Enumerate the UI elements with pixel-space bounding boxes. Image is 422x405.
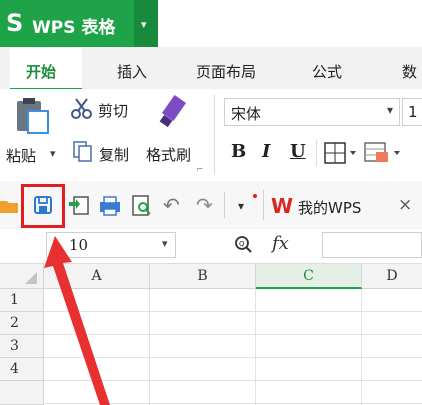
- notification-dot: [253, 194, 257, 198]
- row-header-5[interactable]: [0, 381, 44, 405]
- row-header-1[interactable]: 1: [0, 289, 44, 312]
- dialog-launcher-icon[interactable]: ⌐: [196, 165, 204, 175]
- export-pdf-icon[interactable]: [68, 194, 92, 216]
- tab-label: 开始: [26, 63, 57, 81]
- redo-icon[interactable]: ↷: [196, 193, 213, 217]
- zoom-search-icon[interactable]: Q: [233, 234, 255, 256]
- wps-logo-icon: W: [271, 194, 294, 218]
- font-size-select[interactable]: 1: [402, 98, 422, 126]
- chevron-down-icon: ▾: [387, 103, 394, 117]
- fill-color-icon[interactable]: [364, 142, 406, 166]
- tab-home[interactable]: 开始: [10, 48, 82, 90]
- font-name-value: 宋体: [231, 105, 262, 123]
- annotation-arrow: [44, 236, 110, 405]
- select-all-icon: [25, 272, 37, 284]
- font-size-value: 1: [408, 103, 418, 121]
- open-folder-icon[interactable]: [0, 197, 20, 215]
- column-header-d[interactable]: D: [362, 264, 422, 289]
- wps-logo-icon: S: [6, 9, 24, 37]
- formula-input[interactable]: [322, 232, 422, 258]
- copy-button[interactable]: 复制: [99, 144, 129, 165]
- app-menu-button[interactable]: S WPS 表格 ▾: [0, 0, 158, 47]
- font-name-select[interactable]: 宋体 ▾: [224, 98, 400, 126]
- tab-page-layout[interactable]: 页面布局: [196, 61, 256, 82]
- insert-function-button[interactable]: fx: [272, 233, 289, 254]
- column-header-c[interactable]: C: [256, 264, 362, 289]
- chevron-down-icon: ▾: [162, 237, 168, 250]
- app-menu-dropdown[interactable]: ▾: [134, 0, 158, 47]
- print-icon[interactable]: [98, 195, 122, 217]
- close-tab-icon[interactable]: ×: [398, 195, 412, 215]
- row-header-4[interactable]: 4: [0, 358, 44, 381]
- format-painter-button[interactable]: 格式刷: [146, 144, 191, 165]
- tab-insert[interactable]: 插入: [117, 61, 147, 82]
- copy-icon: [73, 141, 92, 162]
- bold-button[interactable]: B: [231, 141, 246, 162]
- tab-formula[interactable]: 公式: [312, 61, 342, 82]
- customize-toolbar-icon[interactable]: ▾: [238, 199, 244, 213]
- save-highlight-box: [21, 184, 65, 228]
- paste-button[interactable]: 粘贴: [6, 145, 36, 166]
- format-painter-icon[interactable]: [157, 95, 193, 131]
- svg-text:Q: Q: [239, 240, 245, 248]
- paste-dropdown-icon[interactable]: ▾: [50, 147, 56, 160]
- app-title: WPS 表格: [32, 18, 116, 38]
- select-all-corner[interactable]: [0, 264, 44, 289]
- chevron-down-icon: ▾: [141, 18, 147, 31]
- print-preview-icon[interactable]: [131, 194, 153, 218]
- underline-button[interactable]: U: [290, 141, 306, 162]
- paste-icon[interactable]: [14, 97, 52, 137]
- divider: [263, 190, 264, 220]
- undo-icon[interactable]: ↶: [163, 193, 180, 217]
- scissors-icon: [71, 98, 92, 119]
- grid-line: [361, 289, 362, 405]
- grid-line: [149, 289, 150, 405]
- tab-data[interactable]: 数: [402, 61, 417, 82]
- borders-icon[interactable]: [324, 142, 358, 164]
- cut-button[interactable]: 剪切: [98, 100, 128, 121]
- grid-line: [255, 289, 256, 405]
- divider: [316, 140, 317, 166]
- divider: [224, 192, 225, 218]
- my-wps-tab[interactable]: 我的WPS: [298, 197, 361, 218]
- row-header-2[interactable]: 2: [0, 312, 44, 335]
- italic-button[interactable]: I: [262, 141, 270, 162]
- row-header-3[interactable]: 3: [0, 335, 44, 358]
- column-header-b[interactable]: B: [150, 264, 256, 289]
- group-divider: [214, 95, 215, 175]
